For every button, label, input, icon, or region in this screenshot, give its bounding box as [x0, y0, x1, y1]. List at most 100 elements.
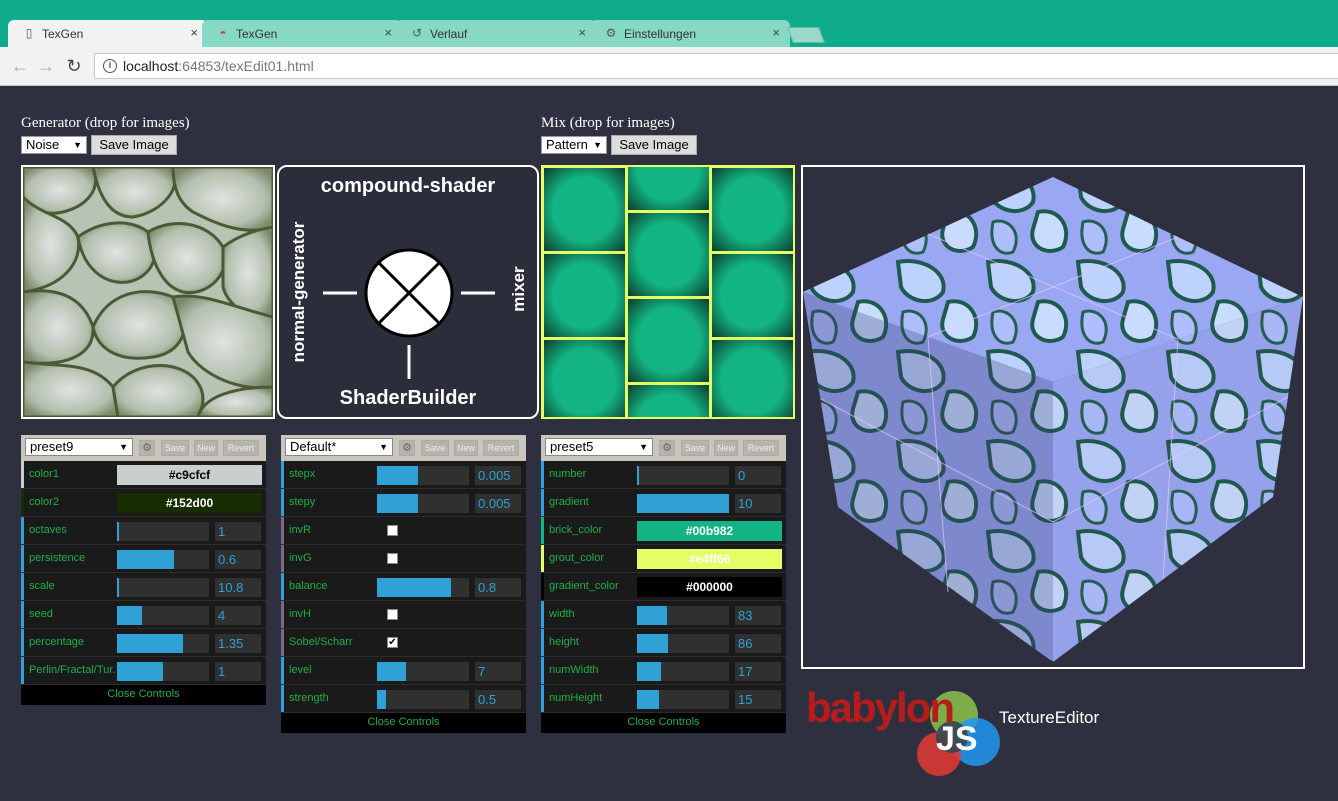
value-slider[interactable]	[117, 550, 209, 569]
gear-icon[interactable]: ⚙	[139, 440, 155, 456]
row-type-indicator	[21, 517, 24, 544]
value-input[interactable]: 1	[215, 522, 261, 541]
value-slider[interactable]	[637, 690, 729, 709]
diagram-left-label: normal-generator	[289, 221, 308, 363]
value-slider[interactable]	[117, 606, 209, 625]
value-input[interactable]: 10.8	[215, 578, 261, 597]
gear-icon: ⚙	[605, 26, 617, 40]
mix-save-image-button[interactable]: Save Image	[611, 135, 697, 155]
value-slider[interactable]	[637, 494, 729, 513]
value-slider[interactable]	[637, 634, 729, 653]
logo-js: JS	[936, 720, 978, 758]
save-preset-button[interactable]: Save	[161, 440, 189, 456]
tab-label: TexGen	[42, 27, 84, 41]
revert-preset-button[interactable]: Revert	[483, 440, 519, 456]
new-preset-button[interactable]: New	[194, 440, 218, 456]
value-input[interactable]: 4	[215, 606, 261, 625]
checked-checkbox[interactable]: ✔	[387, 637, 398, 648]
reload-icon[interactable]: ↻	[64, 56, 84, 76]
tab-texgen[interactable]: ◓ TexGen ×	[202, 20, 402, 47]
control-row-octaves: octaves 1	[21, 517, 266, 545]
value-input[interactable]: 83	[735, 606, 781, 625]
value-input[interactable]: 0.6	[215, 550, 261, 569]
value-input[interactable]: 1.35	[215, 634, 261, 653]
value-slider[interactable]	[117, 634, 209, 653]
new-tab-button[interactable]	[787, 27, 825, 43]
value-input[interactable]: 86	[735, 634, 781, 653]
shader-diagram: compound-shader ShaderBuilder normal-gen…	[277, 165, 539, 419]
value-slider[interactable]	[637, 466, 729, 485]
value-input[interactable]: 0	[735, 466, 781, 485]
tab-label: TexGen	[236, 27, 278, 41]
tab-einstellungen[interactable]: ⚙ Einstellungen ×	[590, 20, 790, 47]
address-bar[interactable]: i localhost:64853/texEdit01.html	[94, 53, 1338, 79]
checkbox[interactable]	[387, 609, 398, 620]
value-slider[interactable]	[377, 690, 469, 709]
close-controls-button[interactable]: Close Controls	[21, 685, 266, 705]
generator-save-image-button[interactable]: Save Image	[91, 135, 177, 155]
color-input[interactable]: #000000	[637, 577, 782, 597]
slider-fill	[377, 466, 418, 485]
revert-preset-button[interactable]: Revert	[223, 440, 259, 456]
tab-verlauf[interactable]: ↺ Verlauf ×	[396, 20, 596, 47]
new-preset-button[interactable]: New	[714, 440, 738, 456]
generator-type-select[interactable]: Noise ▼	[21, 136, 87, 154]
value-slider[interactable]	[377, 662, 469, 681]
value-slider[interactable]	[377, 494, 469, 513]
tab-close-icon[interactable]: ×	[384, 25, 392, 40]
checkbox[interactable]	[387, 525, 398, 536]
control-label: grout_color	[549, 552, 605, 564]
control-label: scale	[29, 580, 55, 592]
value-input[interactable]: 0.005	[475, 466, 521, 485]
preset-select[interactable]: Default* ▼	[285, 438, 393, 456]
value-slider[interactable]	[117, 522, 209, 541]
value-slider[interactable]	[377, 466, 469, 485]
value-slider[interactable]	[117, 578, 209, 597]
gear-icon[interactable]: ⚙	[399, 440, 415, 456]
value-input[interactable]: 10	[735, 494, 781, 513]
value-input[interactable]: 0.005	[475, 494, 521, 513]
color-input[interactable]: #c9cfcf	[117, 465, 262, 485]
save-preset-button[interactable]: Save	[681, 440, 709, 456]
color-input[interactable]: #e4ff66	[637, 549, 782, 569]
info-icon[interactable]: i	[103, 59, 117, 73]
value-input[interactable]: 15	[735, 690, 781, 709]
slider-fill	[637, 662, 661, 681]
mix-type-value: Pattern	[546, 137, 588, 152]
mix-texture-canvas[interactable]	[541, 165, 795, 419]
forward-arrow-icon[interactable]: →	[36, 56, 56, 76]
chevron-down-icon: ▼	[379, 442, 388, 452]
color-input[interactable]: #152d00	[117, 493, 262, 513]
slider-fill	[377, 690, 386, 709]
value-input[interactable]: 1	[215, 662, 261, 681]
tab-close-icon[interactable]: ×	[190, 25, 198, 40]
url-host: localhost	[123, 58, 179, 74]
color-input[interactable]: #00b982	[637, 521, 782, 541]
control-label: Perlin/Fractal/Tur..	[29, 664, 115, 676]
checkbox[interactable]	[387, 553, 398, 564]
value-input[interactable]: 0.5	[475, 690, 521, 709]
mix-type-select[interactable]: Pattern ▼	[541, 136, 607, 154]
gear-icon[interactable]: ⚙	[659, 440, 675, 456]
value-slider[interactable]	[377, 578, 469, 597]
revert-preset-button[interactable]: Revert	[743, 440, 779, 456]
save-preset-button[interactable]: Save	[421, 440, 449, 456]
new-preset-button[interactable]: New	[454, 440, 478, 456]
value-input[interactable]: 17	[735, 662, 781, 681]
value-slider[interactable]	[117, 662, 209, 681]
value-input[interactable]: 0.8	[475, 578, 521, 597]
value-slider[interactable]	[637, 662, 729, 681]
3d-preview-canvas[interactable]	[801, 165, 1305, 669]
close-controls-button[interactable]: Close Controls	[541, 713, 786, 733]
back-arrow-icon[interactable]: ←	[10, 56, 30, 76]
control-row-percentage: percentage 1.35	[21, 629, 266, 657]
generator-texture-canvas[interactable]	[21, 165, 275, 419]
tab-close-icon[interactable]: ×	[772, 25, 780, 40]
value-input[interactable]: 7	[475, 662, 521, 681]
preset-select[interactable]: preset5 ▼	[545, 438, 653, 456]
value-slider[interactable]	[637, 606, 729, 625]
preset-select[interactable]: preset9 ▼	[25, 438, 133, 456]
close-controls-button[interactable]: Close Controls	[281, 713, 526, 733]
tab-texgen-active[interactable]: ▯ TexGen ×	[8, 20, 208, 47]
tab-close-icon[interactable]: ×	[578, 25, 586, 40]
